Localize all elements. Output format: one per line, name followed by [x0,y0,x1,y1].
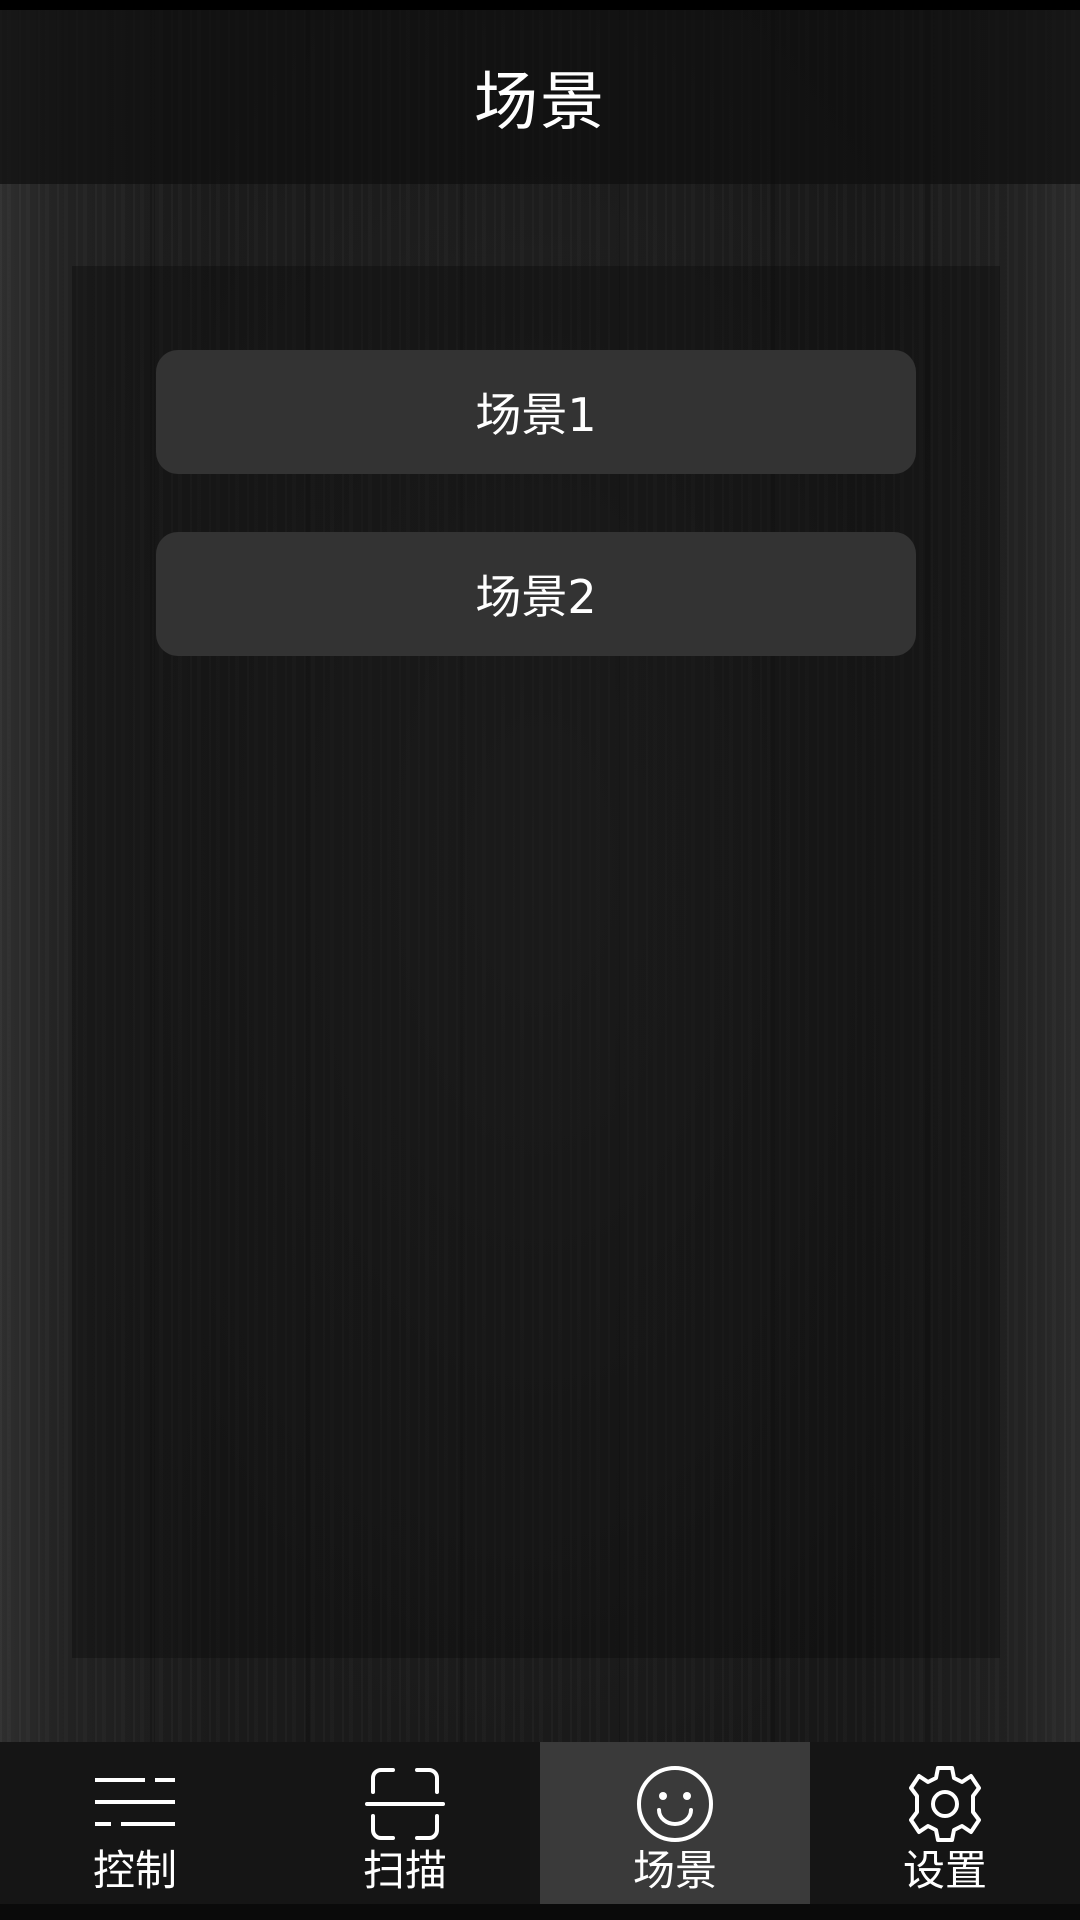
nav-label-scan: 扫描 [362,1846,447,1895]
nav-label-control: 控制 [92,1846,177,1895]
nav-item-scene[interactable]: 场景 [540,1742,810,1904]
nav-item-control[interactable]: 控制 [0,1742,270,1904]
nav-item-settings[interactable]: 设置 [810,1742,1080,1904]
scene-button-1[interactable]: 场景1 [156,350,916,474]
nav-item-scan[interactable]: 扫描 [270,1742,540,1904]
page-title: 场景 [474,66,606,140]
header-bar: 场景 [0,10,1080,184]
sliders-icon [93,1762,177,1846]
scene-list-panel: 场景1 场景2 [72,266,1000,1658]
bottom-navigation: 控制 扫描 场景 设置 [0,1742,1080,1904]
scan-frame-icon [363,1762,447,1846]
status-bar-edge [0,0,1080,10]
scene-button-2[interactable]: 场景2 [156,532,916,656]
nav-label-settings: 设置 [902,1846,987,1895]
app-screen: 场景 场景1 场景2 控制 扫描 场景 设置 [0,0,1080,1920]
smiley-face-icon [633,1762,717,1846]
nav-label-scene: 场景 [632,1846,717,1895]
bottom-edge [0,1904,1080,1920]
gear-icon [903,1762,987,1846]
